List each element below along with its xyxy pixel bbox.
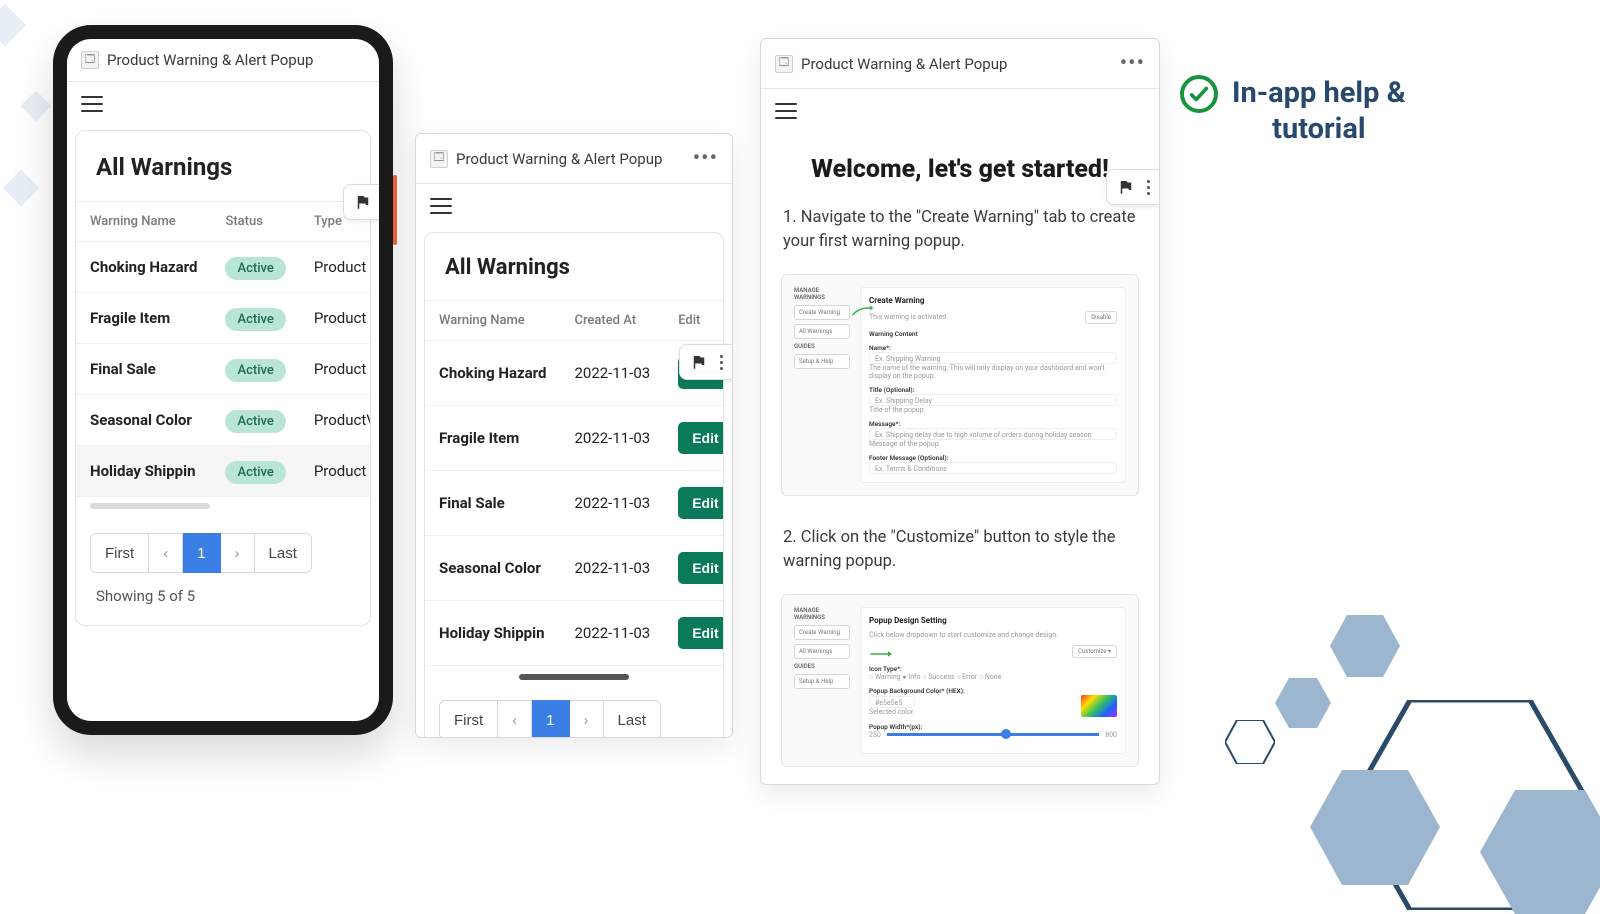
tutorial-mock-1: MANAGE WARNINGS Create Warning All Warni… bbox=[781, 274, 1139, 496]
page-title: All Warnings bbox=[76, 131, 370, 201]
color-picker-icon bbox=[1081, 695, 1117, 717]
table-row[interactable]: Final SaleActiveProduct bbox=[76, 344, 371, 395]
tutorial-mock-2: MANAGE WARNINGS Create Warning All Warni… bbox=[781, 594, 1139, 767]
flag-button[interactable] bbox=[679, 344, 733, 380]
flag-more-icon bbox=[720, 355, 723, 370]
phone-screen: 🗔 Product Warning & Alert Popup All Warn… bbox=[67, 39, 379, 721]
flag-icon bbox=[1117, 178, 1135, 196]
col-status: Status bbox=[211, 202, 299, 242]
titlebar: 🗔 Product Warning & Alert Popup ••• bbox=[416, 134, 732, 184]
pager-first[interactable]: First bbox=[439, 700, 498, 738]
hexagon-icon bbox=[1310, 770, 1440, 885]
arrow-icon bbox=[869, 647, 897, 661]
titlebar: 🗔 Product Warning & Alert Popup ••• bbox=[761, 39, 1159, 89]
horizontal-scrollbar[interactable] bbox=[90, 503, 210, 509]
pager-last[interactable]: Last bbox=[255, 533, 312, 573]
app-icon: 🗔 bbox=[430, 150, 448, 168]
tutorial-step-1: 1. Navigate to the "Create Warning" tab … bbox=[761, 198, 1159, 268]
pager-page-1[interactable]: 1 bbox=[532, 700, 569, 738]
showing-text: Showing 5 of 5 bbox=[76, 587, 370, 625]
col-name: Warning Name bbox=[76, 202, 211, 242]
hexagon-icon bbox=[1480, 790, 1600, 914]
col-name: Warning Name bbox=[425, 301, 560, 341]
callout: In-app help & tutorial bbox=[1180, 75, 1406, 148]
pager-next[interactable]: › bbox=[570, 700, 604, 738]
table-row[interactable]: Fragile Item2022-11-03Edit bbox=[425, 406, 724, 471]
warnings-table: Warning Name Status Type Choking HazardA… bbox=[76, 201, 371, 497]
pager-prev[interactable]: ‹ bbox=[498, 700, 532, 738]
table-row[interactable]: Holiday ShippinActiveProduct bbox=[76, 446, 371, 497]
flag-icon bbox=[690, 353, 708, 371]
pager: First ‹ 1 › Last bbox=[425, 686, 723, 738]
titlebar: 🗔 Product Warning & Alert Popup bbox=[67, 39, 379, 82]
table-row[interactable]: Fragile ItemActiveProduct bbox=[76, 293, 371, 344]
pager-next[interactable]: › bbox=[221, 533, 255, 573]
hexagon-icon bbox=[1275, 678, 1331, 728]
edit-button[interactable]: Edit bbox=[678, 487, 724, 519]
check-circle-icon bbox=[1180, 75, 1218, 113]
mock-customize-button: Customize ▾ bbox=[1072, 645, 1117, 658]
app-title: Product Warning & Alert Popup bbox=[801, 55, 1007, 73]
pager-page-1[interactable]: 1 bbox=[183, 533, 220, 573]
flag-button[interactable] bbox=[343, 184, 379, 220]
table-row[interactable]: Holiday Shippin2022-11-03Edit bbox=[425, 601, 724, 666]
flag-button[interactable] bbox=[1106, 169, 1160, 205]
pager-first[interactable]: First bbox=[90, 533, 149, 573]
arrow-icon bbox=[851, 304, 879, 318]
edit-button[interactable]: Edit bbox=[678, 617, 724, 649]
all-warnings-card: All Warnings Warning Name Status Type Ch… bbox=[75, 130, 371, 626]
phone-frame: 🗔 Product Warning & Alert Popup All Warn… bbox=[53, 25, 393, 735]
flag-icon bbox=[354, 193, 372, 211]
edit-button[interactable]: Edit bbox=[678, 552, 724, 584]
status-badge: Active bbox=[225, 308, 285, 331]
table-row[interactable]: Seasonal ColorActiveProductVa bbox=[76, 395, 371, 446]
tablet-panel: 🗔 Product Warning & Alert Popup ••• All … bbox=[415, 133, 733, 738]
status-badge: Active bbox=[225, 461, 285, 484]
status-badge: Active bbox=[225, 410, 285, 433]
page-title: All Warnings bbox=[425, 233, 723, 300]
col-edit: Edit bbox=[664, 301, 724, 341]
tutorial-step-2: 2. Click on the "Customize" button to st… bbox=[761, 518, 1159, 588]
hexagon-icon bbox=[1225, 720, 1275, 764]
callout-line-2: tutorial bbox=[1232, 111, 1406, 147]
app-icon: 🗔 bbox=[81, 51, 99, 69]
app-title: Product Warning & Alert Popup bbox=[456, 150, 662, 168]
hamburger-icon bbox=[775, 103, 797, 119]
pager-last[interactable]: Last bbox=[604, 700, 661, 738]
table-row[interactable]: Final Sale2022-11-03Edit bbox=[425, 471, 724, 536]
horizontal-scrollbar[interactable] bbox=[519, 674, 629, 680]
more-menu[interactable]: ••• bbox=[1120, 51, 1145, 76]
app-icon: 🗔 bbox=[775, 55, 793, 73]
table-row[interactable]: Choking HazardActiveProduct bbox=[76, 242, 371, 293]
menu-button[interactable] bbox=[416, 184, 732, 228]
pager-prev[interactable]: ‹ bbox=[149, 533, 183, 573]
welcome-heading: Welcome, let's get started! bbox=[761, 133, 1159, 198]
status-badge: Active bbox=[225, 257, 285, 280]
menu-button[interactable] bbox=[761, 89, 1159, 133]
pager: First ‹ 1 › Last bbox=[76, 519, 370, 587]
callout-line-1: In-app help & bbox=[1232, 75, 1406, 111]
hexagon-icon bbox=[1330, 615, 1400, 677]
more-menu[interactable]: ••• bbox=[693, 146, 718, 171]
app-title: Product Warning & Alert Popup bbox=[107, 51, 313, 69]
hamburger-icon bbox=[430, 198, 452, 214]
menu-button[interactable] bbox=[67, 82, 379, 126]
edit-button[interactable]: Edit bbox=[678, 422, 724, 454]
col-created: Created At bbox=[560, 301, 664, 341]
all-warnings-card: All Warnings Warning Name Created At Edi… bbox=[424, 232, 724, 738]
status-badge: Active bbox=[225, 359, 285, 382]
table-row[interactable]: Seasonal Color2022-11-03Edit bbox=[425, 536, 724, 601]
hamburger-icon bbox=[81, 96, 103, 112]
flag-more-icon bbox=[1147, 180, 1150, 195]
tutorial-panel: 🗔 Product Warning & Alert Popup ••• Welc… bbox=[760, 38, 1160, 785]
mock-create-warning-tab: Create Warning bbox=[794, 305, 850, 320]
